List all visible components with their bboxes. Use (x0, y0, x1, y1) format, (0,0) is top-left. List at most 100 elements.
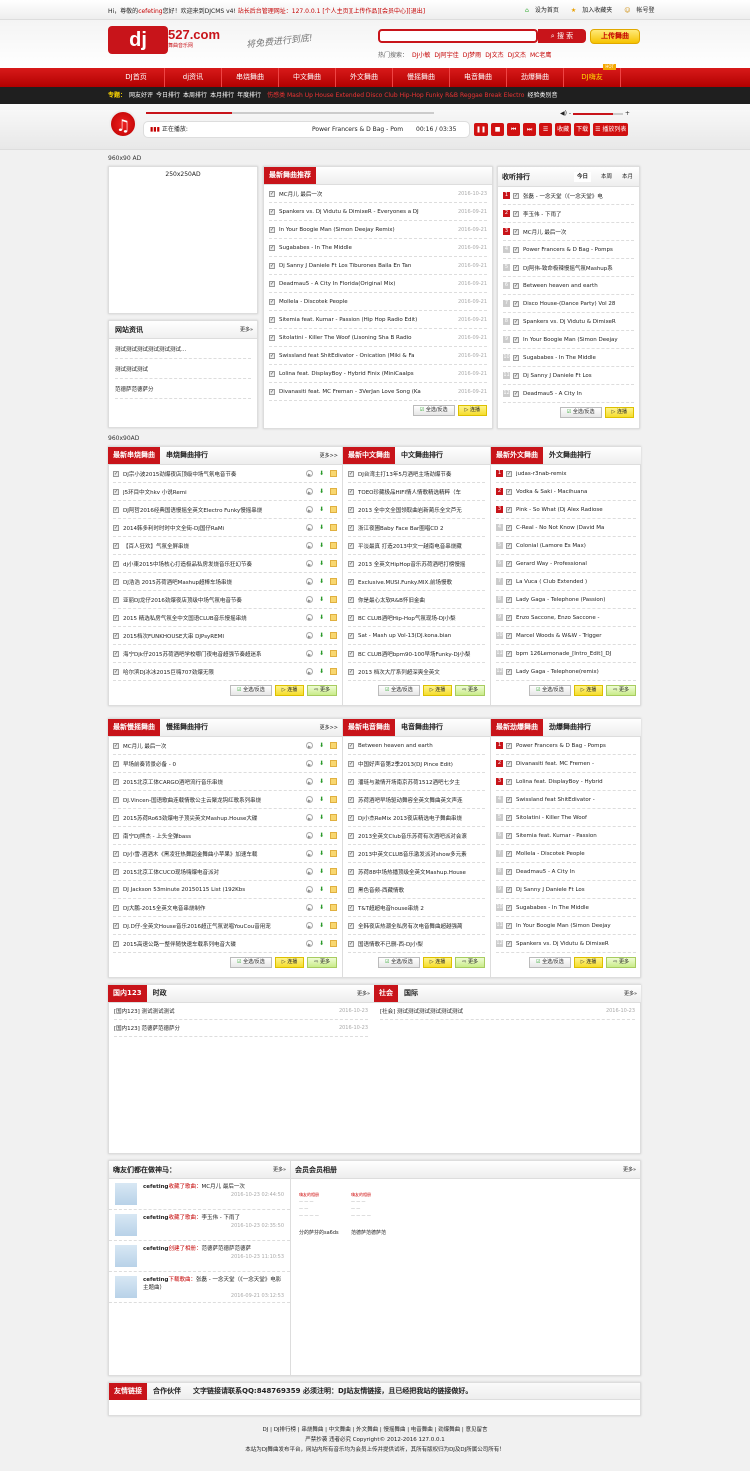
song-title[interactable]: Deadmau5 - A City In Florida(Original Mi… (279, 281, 454, 287)
song-title[interactable]: 2015北京工体CUCO现场嗨爆电音派对 (123, 868, 301, 876)
song-title[interactable]: 你是最心太软R&B怀旧金曲 (358, 596, 485, 604)
continuous-play-button[interactable]: ▷ 连播 (573, 685, 604, 696)
song-checkbox[interactable]: ✓ (269, 190, 275, 197)
hot-search-link[interactable]: DJ文杰 (508, 52, 526, 59)
hot-search-link[interactable]: DJ小敏 (412, 52, 430, 59)
activity-user[interactable]: cefeting (143, 1277, 168, 1283)
song-title[interactable]: Spankers vs. Dj Vidutu & DimixeR - Every… (279, 209, 454, 215)
download-icon[interactable]: ⬇ (318, 560, 325, 567)
song-checkbox[interactable]: ✓ (113, 850, 119, 857)
song-title[interactable]: Dj Sanny J Daniele Ft Los Tiburones Bail… (279, 263, 454, 269)
avatar[interactable] (115, 1214, 137, 1236)
download-icon[interactable]: ⬇ (318, 940, 325, 947)
download-icon[interactable]: ⬇ (318, 742, 325, 749)
song-checkbox[interactable]: ✓ (506, 940, 512, 947)
song-checkbox[interactable]: ✓ (348, 542, 354, 549)
song-title[interactable]: Spankers vs. Dj Vidutu & DimixeR (523, 319, 634, 325)
song-title[interactable]: 全韩夜店热潮全私房有次电音舞曲超越强蔺 (358, 922, 485, 930)
song-checkbox[interactable]: ✓ (113, 742, 119, 749)
song-title[interactable]: Lady Gaga - Telephone(remix) (516, 669, 636, 675)
album-item[interactable]: 嗨友的相册 — — — — — — — — — 分的萨芬的sa6ds (299, 1189, 345, 1236)
nav-item[interactable]: 外文舞曲 (336, 68, 393, 87)
topic-link[interactable]: 今日排行 (156, 92, 180, 99)
song-checkbox[interactable]: ✓ (269, 208, 275, 215)
song-title[interactable]: 2013 全英文HipHop音乐苏荷酒吧打榜慢摇 (358, 560, 485, 568)
song-checkbox[interactable]: ✓ (269, 388, 275, 395)
song-checkbox[interactable]: ✓ (348, 650, 354, 657)
song-title[interactable]: Lady Gaga - Telephone (Passion) (516, 597, 636, 603)
side-ad[interactable]: 250x250AD (108, 166, 258, 314)
play-circle-icon[interactable]: ▶ (306, 886, 313, 893)
activity-user[interactable]: cefeting (143, 1215, 168, 1221)
song-checkbox[interactable]: ✓ (113, 632, 119, 639)
section-tab-latest[interactable]: 最新电音舞曲 (343, 719, 395, 736)
song-title[interactable]: 黑色音频-西藏情歌 (358, 886, 485, 894)
song-checkbox[interactable]: ✓ (506, 650, 512, 657)
favorite-button[interactable]: 收藏 (555, 123, 572, 136)
song-checkbox[interactable]: ✓ (506, 742, 512, 749)
song-checkbox[interactable]: ✓ (513, 210, 519, 217)
song-checkbox[interactable]: ✓ (113, 868, 119, 875)
member-center-link[interactable]: [会员中心] (380, 8, 409, 15)
play-circle-icon[interactable]: ▶ (306, 760, 313, 767)
song-checkbox[interactable]: ✓ (113, 832, 119, 839)
select-all-button[interactable]: ☑ 全选/反选 (528, 957, 571, 968)
play-circle-icon[interactable]: ▶ (306, 796, 313, 803)
folder-icon[interactable] (330, 560, 337, 567)
song-checkbox[interactable]: ✓ (506, 560, 512, 567)
top-ad[interactable]: 960x90 AD (108, 155, 141, 162)
song-title[interactable]: judas-r3nab-remix (516, 471, 636, 477)
play-circle-icon[interactable]: ▶ (306, 578, 313, 585)
continuous-play-button[interactable]: ▷ 连播 (274, 957, 305, 968)
song-title[interactable]: dj小東2015中场核心打造极品私房发烧音乐狂幻节奏 (123, 560, 301, 568)
download-icon[interactable]: ⬇ (318, 668, 325, 675)
song-checkbox[interactable]: ✓ (506, 668, 512, 675)
next-button[interactable]: ⏭ (523, 123, 537, 136)
song-checkbox[interactable]: ✓ (348, 940, 354, 947)
song-title[interactable]: 2013 全中文全国领取曲岩新蔺乐全文芦无 (358, 506, 485, 514)
song-title[interactable]: MC月儿 最后一次 (123, 742, 301, 750)
song-title[interactable]: 亚丽DJ龙仔2016劲爆夜店顶级中场气氛电音节奏 (123, 596, 301, 604)
download-icon[interactable]: ⬇ (318, 470, 325, 477)
song-title[interactable]: Swissland feat ShitEdivator - (516, 797, 636, 803)
song-title[interactable]: BC CLUB酒吧bpm90-100早场Funky-DJ小梨 (358, 650, 485, 658)
partners-tab[interactable]: 合作伙伴 (147, 1386, 181, 1396)
song-checkbox[interactable]: ✓ (348, 560, 354, 567)
search-input[interactable] (378, 29, 538, 43)
song-title[interactable]: Sitemia feat. Kumar - Passion (Hip Hop R… (279, 317, 454, 323)
song-title[interactable]: Dj小杰ReMix 2013夜店精选电子舞曲串烧 (358, 814, 485, 822)
folder-icon[interactable] (330, 760, 337, 767)
nav-item[interactable]: DJ嗨友 HOT (564, 64, 621, 87)
song-title[interactable]: Vodka & Saki - Macihuana (516, 489, 636, 495)
folder-icon[interactable] (330, 650, 337, 657)
song-checkbox[interactable]: ✓ (113, 796, 119, 803)
song-title[interactable]: DJ.Vincen-国语歌曲连载情歌公主云聚龙钩红歌系列串烧 (123, 796, 301, 804)
song-checkbox[interactable]: ✓ (348, 850, 354, 857)
song-title[interactable]: DJ Jackson 53minute 20150115 List (192Kb… (123, 887, 301, 893)
news-item[interactable]: [社会] 测试测试测试测试测试测试 2016-10-23 (380, 1003, 635, 1020)
song-checkbox[interactable]: ✓ (348, 524, 354, 531)
song-title[interactable]: Sitolatini - Killer The Woof (Lisoning S… (279, 335, 454, 341)
song-checkbox[interactable]: ✓ (269, 244, 275, 251)
song-checkbox[interactable]: ✓ (113, 614, 119, 621)
song-title[interactable]: In Your Boogie Man (Simon Deejay Remix) (279, 227, 454, 233)
song-checkbox[interactable]: ✓ (269, 226, 275, 233)
play-circle-icon[interactable]: ▶ (306, 560, 313, 567)
play-circle-icon[interactable]: ▶ (306, 506, 313, 513)
nav-item[interactable]: 劲爆舞曲 (507, 68, 564, 87)
song-checkbox[interactable]: ✓ (513, 192, 519, 199)
download-icon[interactable]: ⬇ (318, 632, 325, 639)
topic-last-link[interactable]: 经验类别音 (527, 92, 557, 99)
news-tab-primary[interactable]: 社会 (374, 985, 398, 1002)
song-title[interactable]: Dj Sanny J Daniele Ft Los (516, 887, 636, 893)
song-checkbox[interactable]: ✓ (506, 796, 512, 803)
song-title[interactable]: 2015 精选私房气氛全中文国语CLUB音乐慢摇串烧 (123, 614, 301, 622)
song-title[interactable]: Sugababes - In The Middle (279, 245, 454, 251)
song-title[interactable]: BC CLUB酒吧Hip-Hop气氛现场-DJ小梨 (358, 614, 485, 622)
nav-item[interactable]: 电音舞曲 (450, 68, 507, 87)
folder-icon[interactable] (330, 506, 337, 513)
avatar[interactable] (115, 1276, 137, 1298)
song-title[interactable]: 平淡最真 打造2013中文一越南电音串烧藏 (358, 542, 485, 550)
news-tab-secondary[interactable]: 国际 (398, 988, 418, 998)
folder-icon[interactable] (330, 632, 337, 639)
